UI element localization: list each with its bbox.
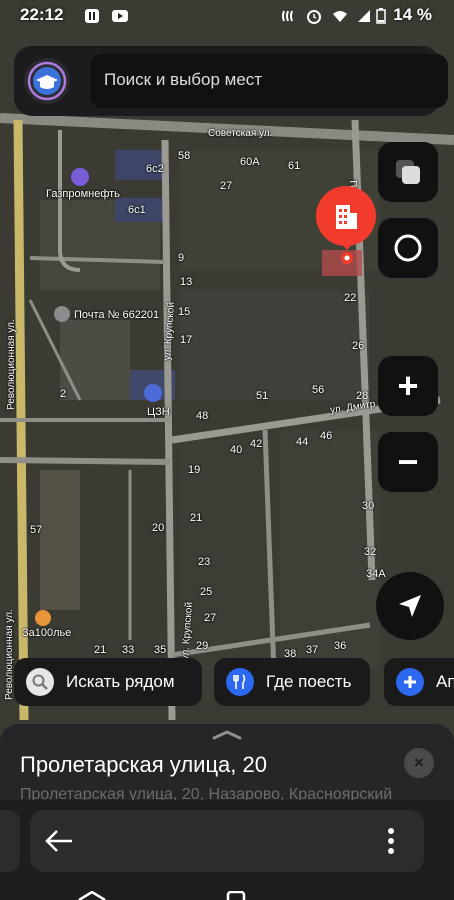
search-bar: Поиск и выбор мест <box>14 46 448 116</box>
selected-place-pin[interactable] <box>316 186 376 246</box>
status-time: 22:12 <box>20 5 64 24</box>
house-number: 61 <box>288 160 301 172</box>
house-number: 57 <box>30 524 43 536</box>
house-number: 37 <box>306 644 319 656</box>
toolbar-bar <box>30 810 424 872</box>
house-number: 60А <box>240 156 260 168</box>
search-nearby-chip[interactable]: Искать рядом <box>14 658 202 706</box>
house-number: 51 <box>256 390 269 402</box>
alarm-icon <box>307 10 321 24</box>
street-label: Революционная ул. <box>6 319 17 410</box>
house-number: 6с1 <box>128 204 146 216</box>
house-number: 27 <box>220 180 233 192</box>
place-label[interactable]: ЦЗН <box>147 406 170 418</box>
office-icon[interactable] <box>144 384 162 402</box>
house-number: 48 <box>196 410 209 422</box>
layers-button[interactable] <box>378 142 438 202</box>
house-number: 35 <box>154 644 167 656</box>
house-number: 28 <box>356 390 369 402</box>
pharmacy-chip[interactable]: Ап <box>384 658 454 706</box>
navigation-arrow-icon <box>399 595 421 617</box>
alice-icon <box>394 234 422 262</box>
battery-icon <box>376 8 386 24</box>
profile-graduation-cap-icon <box>27 61 67 101</box>
side-panel-edge[interactable] <box>0 810 20 872</box>
where-to-eat-chip[interactable]: Где поесть <box>214 658 370 706</box>
house-number: 9 <box>178 252 185 264</box>
alice-assistant-button[interactable] <box>378 218 438 278</box>
house-number: 13 <box>180 276 193 288</box>
house-number: 17 <box>180 334 193 346</box>
place-label[interactable]: За100лье <box>22 627 71 639</box>
minus-icon: − <box>397 441 419 482</box>
search-icon <box>26 668 54 696</box>
my-location-button[interactable] <box>376 572 444 640</box>
app-notification-icon <box>85 9 99 23</box>
place-label[interactable]: Газпромнефть <box>46 188 120 200</box>
street-label: Советская ул. <box>208 128 273 139</box>
house-number: 20 <box>152 522 165 534</box>
building-icon <box>336 205 357 229</box>
home-nav-icon[interactable] <box>77 891 107 900</box>
house-number: 27 <box>204 612 217 624</box>
house-number: 25 <box>200 586 213 598</box>
close-icon: × <box>414 753 424 772</box>
plus-icon: + <box>397 365 419 406</box>
zoom-in-button[interactable]: + <box>378 356 438 416</box>
status-bar: 22:12 14 % <box>0 0 454 32</box>
zoom-out-button[interactable]: − <box>378 432 438 492</box>
more-options-icon[interactable] <box>386 826 396 856</box>
house-number: 21 <box>190 512 203 524</box>
wifi-icon <box>333 11 347 22</box>
close-button[interactable]: × <box>404 748 434 778</box>
sheet-handle-chevron-icon[interactable] <box>212 730 242 740</box>
bottom-toolbar <box>0 800 454 900</box>
fuel-station-icon[interactable] <box>71 168 89 186</box>
search-placeholder: Поиск и выбор мест <box>104 70 263 89</box>
plus-icon <box>396 668 424 696</box>
back-arrow-icon[interactable] <box>44 828 74 854</box>
house-number: 23 <box>198 556 211 568</box>
avatar[interactable] <box>24 58 70 104</box>
house-number: 33 <box>122 644 135 656</box>
house-number: 34А <box>366 568 386 580</box>
house-number: 21 <box>94 644 107 656</box>
mail-icon[interactable] <box>54 306 70 322</box>
place-label[interactable]: Почта № 662201 <box>74 309 159 321</box>
house-number: 22 <box>344 292 357 304</box>
fork-knife-icon <box>226 668 254 696</box>
house-number: 44 <box>296 436 309 448</box>
cafe-icon[interactable] <box>35 610 51 626</box>
youtube-icon <box>112 10 128 22</box>
pin-anchor-icon <box>341 244 353 264</box>
place-title: Пролетарская улица, 20 <box>20 752 267 777</box>
layers-icon <box>396 160 420 184</box>
house-number: 19 <box>188 464 201 476</box>
house-number: 58 <box>178 150 191 162</box>
search-input[interactable]: Поиск и выбор мест <box>90 54 448 108</box>
recents-nav-icon[interactable] <box>226 891 246 900</box>
house-number: 36 <box>334 640 347 652</box>
house-number: 15 <box>178 306 191 318</box>
house-number: 46 <box>320 430 333 442</box>
house-number: 2 <box>60 388 67 400</box>
house-number: 42 <box>250 438 263 450</box>
house-number: 30 <box>362 500 375 512</box>
house-number: 40 <box>230 444 243 456</box>
chip-label: Где поесть <box>266 672 352 691</box>
house-number: 6с2 <box>146 163 164 175</box>
chip-label: Искать рядом <box>66 672 175 691</box>
nfc-icon <box>282 10 293 22</box>
house-number: 29 <box>196 640 209 652</box>
house-number: 26 <box>352 340 365 352</box>
house-number: 32 <box>364 546 377 558</box>
house-number: 56 <box>312 384 325 396</box>
chip-label: Ап <box>436 672 454 691</box>
signal-icon <box>358 10 370 22</box>
battery-level: 14 % <box>393 5 432 24</box>
